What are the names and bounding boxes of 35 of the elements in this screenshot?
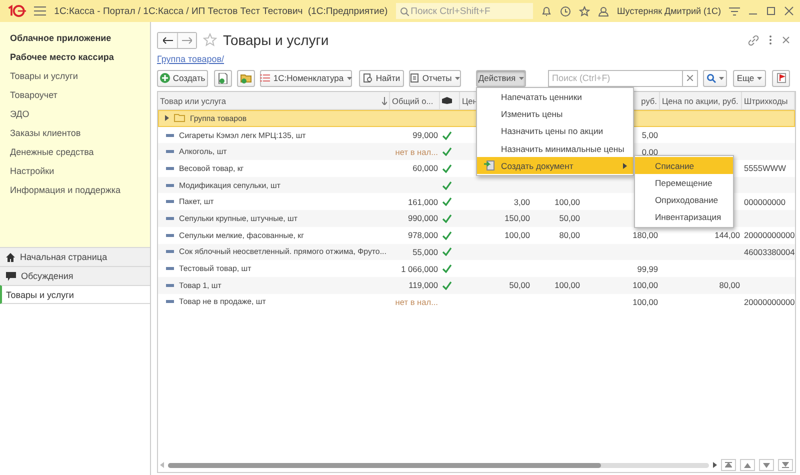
table-cell: 5555WWW: [744, 163, 786, 174]
table-cell: 144,00: [714, 230, 740, 240]
table-cell: 60,000: [412, 163, 438, 174]
table-cell: 46003380004: [744, 246, 795, 257]
window-title: 1С:Касса - Портал / 1С:Касса / ИП Тестов Тест Тестович (1С:Предприятие): [54, 6, 388, 16]
table-cell: 99,99: [637, 264, 658, 274]
table-cell: 161,000: [408, 196, 438, 207]
table-cell: 20000000000: [744, 296, 795, 307]
table-cell: 20000000000: [744, 230, 795, 240]
table-cell: 100,00: [632, 280, 658, 290]
table-cell: 50,00: [559, 213, 580, 224]
table-cell: нет в нал...: [395, 296, 438, 307]
table-cell: нет в нал...: [395, 146, 438, 157]
table-cell: 100,00: [504, 230, 530, 240]
table-cell: 80,00: [559, 230, 580, 240]
sidebar-link-label: Начальная страница: [20, 252, 108, 262]
table-cell: 99,000: [412, 130, 438, 140]
table-cell: 100,00: [554, 196, 580, 207]
table-cell: 3,00: [514, 196, 530, 207]
page-title: Товары и услуги: [223, 32, 329, 48]
table-cell: 0,00: [642, 146, 658, 157]
table-cell: 100,00: [632, 296, 658, 307]
table-cell: 000000000: [744, 196, 786, 207]
table-cell: 5,00: [642, 130, 658, 140]
table-cell: 978,000: [408, 230, 438, 240]
table-cell: 990,000: [408, 213, 438, 224]
table-cell: 180,00: [632, 230, 658, 240]
table-cell: 1 066,000: [401, 264, 438, 274]
table-cell: 55,000: [412, 246, 438, 257]
table-cell: 80,00: [719, 280, 740, 290]
table-cell: 119,000: [408, 280, 438, 290]
sidebar-link-label: Обсуждения: [21, 271, 74, 281]
table-cell: 50,00: [509, 280, 530, 290]
table-cell: 150,00: [504, 213, 530, 224]
table-cell: 100,00: [554, 280, 580, 290]
